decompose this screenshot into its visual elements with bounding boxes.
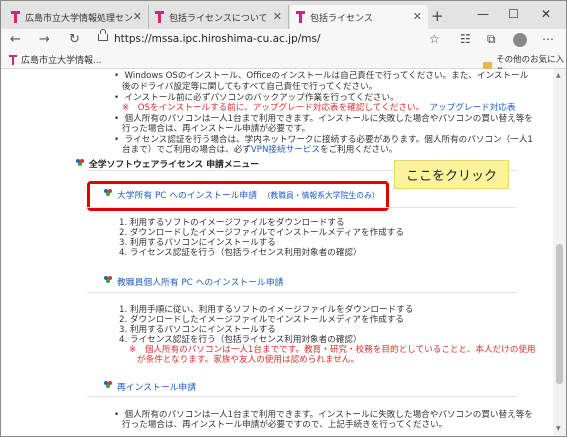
forward-arrow-icon[interactable]: → (39, 32, 50, 47)
link-bullet-icon (104, 276, 112, 283)
site-favicon-icon (11, 11, 20, 23)
url-field[interactable]: https://mssa.ipc.hiroshima-cu.ac.jp/ms/ (114, 33, 321, 45)
profile-avatar[interactable] (513, 33, 527, 47)
list-item-cont: 行った場合は、再インストール申請が必要ですので、上記手続きを行ってください。 (122, 420, 448, 430)
folder-icon (483, 61, 493, 69)
scroll-up-icon[interactable]: ▲ (556, 72, 561, 79)
list-item-cont: 台まで）でご利用の場合は、必ずVPN接続サービスをご利用ください。 (122, 145, 398, 155)
menu-bullet-icon (76, 159, 84, 166)
step-item: 4. ライセンス認証を行う（包括ライセンス利用対象者の確認） (119, 248, 362, 258)
favorite-star-icon[interactable]: ☆ (429, 32, 440, 46)
scrollbar-thumb[interactable] (556, 244, 563, 384)
close-tab-icon[interactable]: ✕ (273, 10, 282, 23)
tab-license-about[interactable]: 包括ライセンスについて ✕ (149, 5, 289, 29)
personal-use-warning-cont: が条件となります。家族や友人の使用は認められません。 (137, 355, 360, 365)
vpn-service-link[interactable]: VPN接続サービス (251, 145, 320, 155)
university-pc-install-link[interactable]: 大学所有 PC へのインストール申請 （教職員・情報系大学院生のみ） (117, 188, 380, 201)
new-tab-button[interactable]: + (431, 7, 444, 25)
back-arrow-icon[interactable]: ← (10, 32, 21, 47)
minimize-button[interactable]: — (477, 7, 489, 21)
browser-window: 広島市立大学情報処理センター ✕ 包括ライセンスについて ✕ 包括ライセンス ✕… (0, 0, 567, 437)
favorites-bar: 広島市立大学情報... その他のお気に入り (1, 51, 566, 77)
tab-label: 広島市立大学情報処理センター (25, 13, 133, 24)
link-bullet-icon (104, 381, 112, 388)
site-favicon-icon (155, 11, 164, 23)
favorite-item[interactable]: 広島市立大学情報... (9, 53, 102, 66)
divider (87, 207, 517, 208)
divider (87, 396, 517, 397)
lock-icon (98, 29, 108, 41)
maximize-button[interactable]: ☐ (508, 7, 519, 21)
link-bullet-icon (104, 189, 112, 196)
tab-label: 包括ライセンスについて (169, 13, 268, 24)
divider (87, 292, 517, 293)
tab-license-active[interactable]: 包括ライセンス ✕ (290, 5, 428, 29)
refresh-icon[interactable]: ↻ (69, 32, 80, 47)
site-favicon-icon (9, 54, 17, 65)
site-favicon-icon (296, 11, 305, 23)
personal-pc-install-link[interactable]: 教職員個人所有 PC へのインストール申請 (117, 275, 283, 288)
favorite-label: 広島市立大学情報... (21, 56, 102, 66)
collections-icon[interactable]: ⧉ (487, 32, 496, 47)
vertical-scrollbar[interactable]: ▲ ▼ (553, 69, 566, 436)
close-tab-icon[interactable]: ✕ (413, 10, 422, 23)
menu-header: 全学ソフトウェアライセンス 申請メニュー (89, 160, 260, 170)
tab-label: 包括ライセンス (310, 13, 373, 24)
more-menu-icon[interactable]: ⋯ (542, 32, 554, 46)
scroll-down-icon[interactable]: ▼ (556, 425, 561, 432)
close-window-button[interactable]: ✕ (541, 7, 551, 21)
close-tab-icon[interactable]: ✕ (133, 10, 142, 23)
click-here-callout: ここをクリック (394, 160, 509, 189)
page-content: • Windows OSのインストール、Officeのインストールは自己責任で行… (1, 69, 553, 436)
tab-strip: 広島市立大学情報処理センター ✕ 包括ライセンスについて ✕ 包括ライセンス ✕… (1, 1, 566, 29)
tab-ipc-center[interactable]: 広島市立大学情報処理センター ✕ (5, 5, 149, 29)
reinstall-request-link[interactable]: 再インストール申請 (117, 380, 196, 393)
favorites-list-icon[interactable]: ☷ (460, 32, 471, 46)
address-bar-row: ← → ↻ https://mssa.ipc.hiroshima-cu.ac.j… (1, 29, 566, 51)
